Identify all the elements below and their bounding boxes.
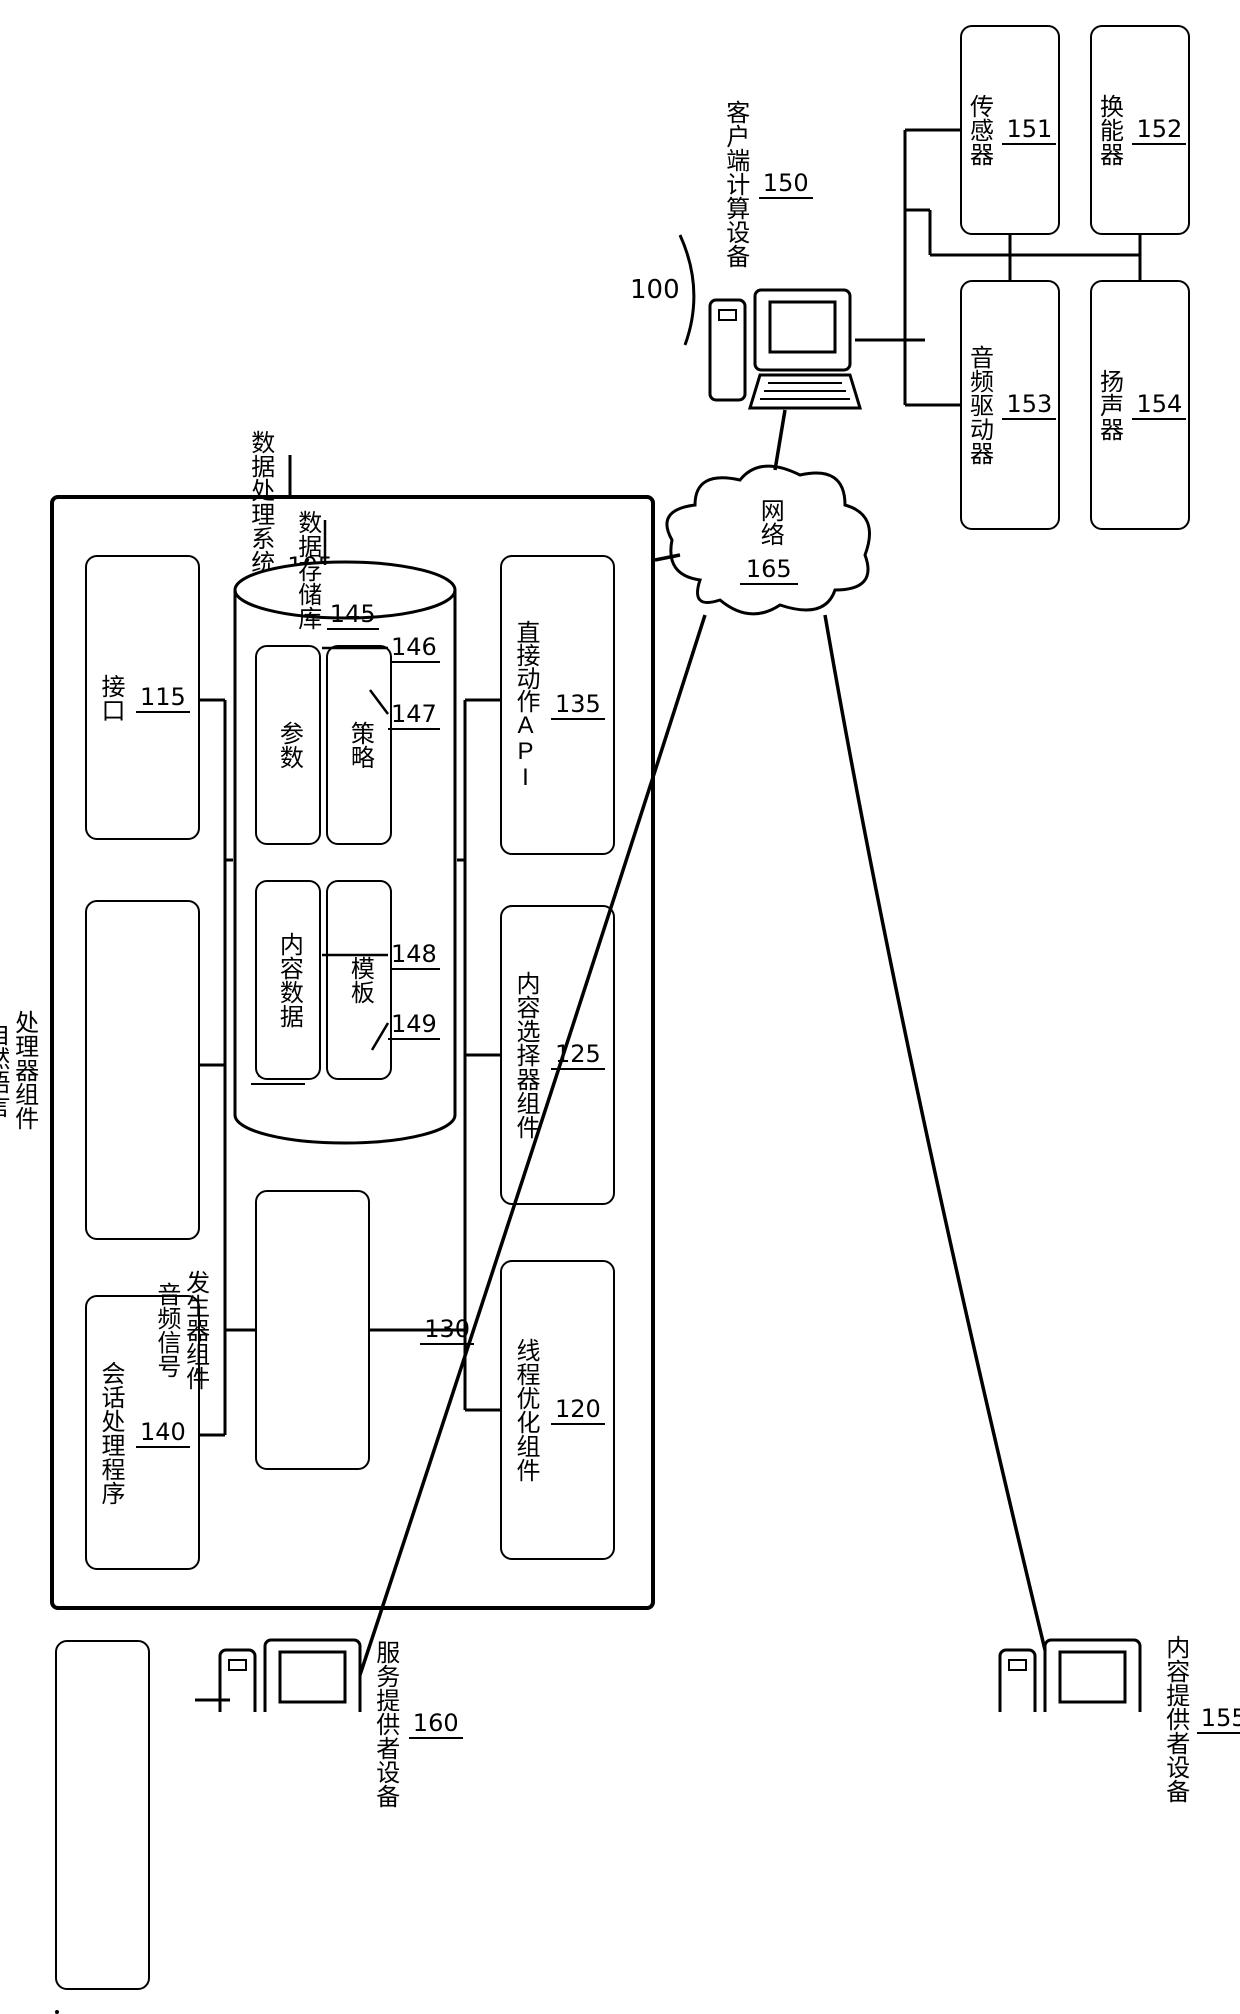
cp-device-id: 155 — [1197, 1704, 1240, 1734]
sp-interface — [55, 2010, 59, 2014]
cp-device-label: 内容提供者设备 — [1160, 1635, 1189, 1803]
cp-device-label-group: 内容提供者设备 155 — [1160, 1635, 1240, 1803]
sp-device-id: 160 — [409, 1709, 463, 1739]
client-lines — [0, 0, 1240, 1712]
